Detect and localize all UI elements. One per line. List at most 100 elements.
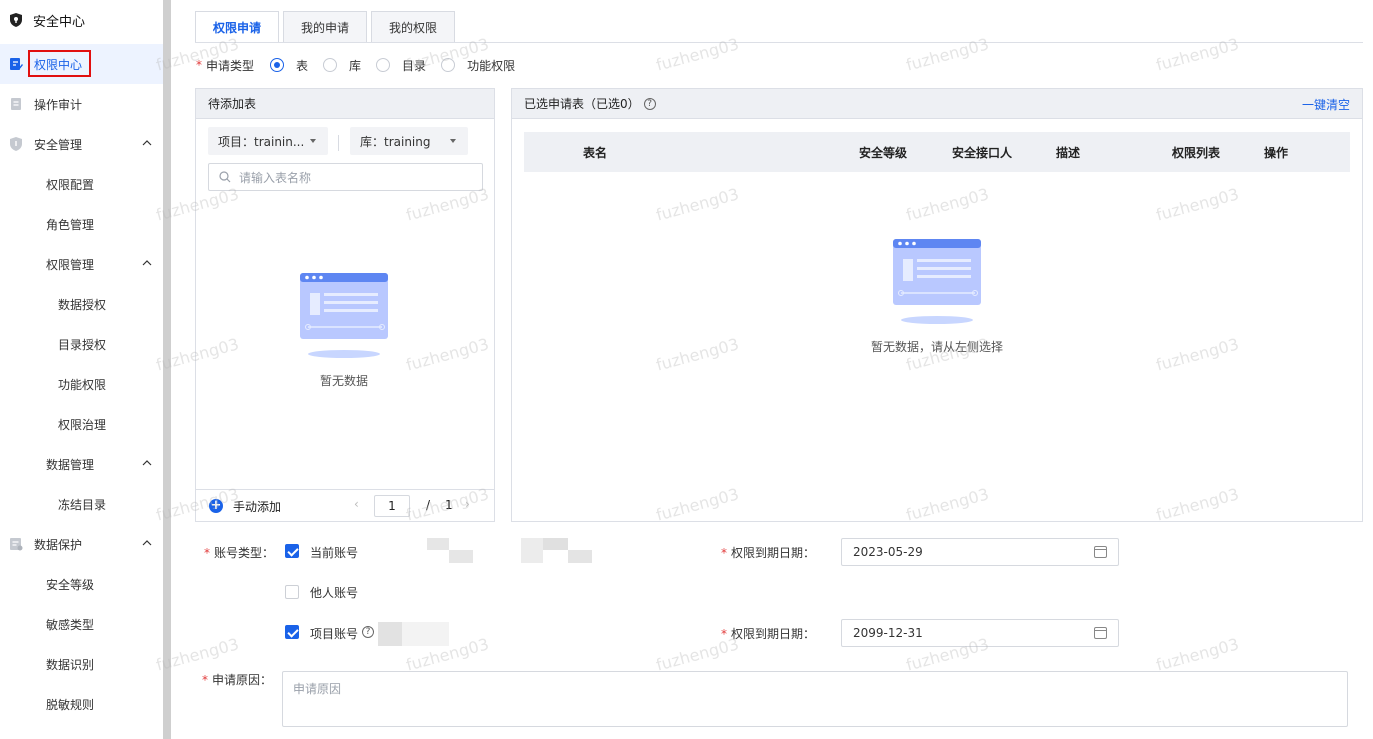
chevron-up-icon — [142, 260, 152, 266]
page-input[interactable]: 1 — [374, 495, 410, 517]
help-icon[interactable]: ? — [362, 626, 374, 638]
panel-header: 已选申请表（已选0） ? — [512, 89, 1362, 119]
required-mark: * — [196, 58, 202, 72]
expire-date-input-2[interactable]: 2099-12-31 — [841, 619, 1119, 647]
caret-down-icon — [450, 139, 456, 143]
sidebar-item-label: 权限治理 — [58, 417, 107, 432]
table-search-input[interactable]: 请输入表名称 — [208, 163, 483, 191]
sidebar-item-role-mgmt[interactable]: 角色管理 — [0, 204, 163, 244]
expire-date-label-row-1: * 权限到期日期： — [721, 544, 815, 561]
calendar-icon[interactable] — [1094, 546, 1107, 558]
other-account-label: 他人账号 — [310, 586, 359, 600]
empty-text: 暂无数据 — [319, 374, 368, 388]
help-icon[interactable]: ? — [643, 97, 656, 110]
page-separator: / — [426, 498, 431, 512]
calendar-icon[interactable] — [1094, 627, 1107, 639]
sidebar-item-permission-config[interactable]: 权限配置 — [0, 164, 163, 204]
account-type-label-row: * 账号类型： — [204, 544, 274, 561]
expire-date-input-1[interactable]: 2023-05-29 — [841, 538, 1119, 566]
radio-label-database: 库 — [349, 58, 362, 73]
sidebar-item-audit[interactable]: 操作审计 — [0, 84, 163, 124]
sidebar-item-label: 权限配置 — [46, 177, 95, 192]
chevron-up-icon — [142, 540, 152, 546]
sidebar-item-label: 角色管理 — [46, 217, 95, 232]
account-type-label: 账号类型： — [214, 546, 275, 560]
radio-function-permission[interactable] — [441, 58, 456, 72]
reason-label: 申请原因： — [212, 673, 273, 687]
sidebar-item-label: 安全等级 — [46, 577, 95, 592]
shield-icon — [10, 137, 22, 151]
sidebar-item-permission-governance[interactable]: 权限治理 — [0, 404, 163, 444]
reason-textarea[interactable]: 申请原因 — [282, 671, 1348, 727]
sidebar-item-label: 权限管理 — [46, 257, 95, 272]
apply-type-label: 申请类型 — [206, 58, 255, 73]
sidebar-item-dir-auth[interactable]: 目录授权 — [0, 324, 163, 364]
sidebar-item-frozen-dir[interactable]: 冻结目录 — [0, 484, 163, 524]
clear-all-button[interactable]: 一键清空 — [1302, 96, 1350, 113]
next-page-icon[interactable]: › — [465, 497, 470, 511]
radio-directory[interactable] — [376, 58, 391, 72]
tab-my-permissions[interactable]: 我的权限 — [371, 11, 456, 43]
sidebar-item-masking-rules[interactable]: 脱敏规则 — [0, 684, 163, 724]
sidebar-item-data-mgmt[interactable]: 数据管理 — [0, 444, 163, 484]
radio-label-table: 表 — [296, 58, 309, 73]
sidebar-item-label: 操作审计 — [34, 97, 83, 112]
project-select[interactable]: 项目：trainin... — [208, 127, 328, 155]
watermark: fuzheng03 — [1153, 634, 1241, 675]
column-header: 安全接口人 — [952, 146, 1013, 160]
required-mark: * — [204, 546, 210, 560]
add-circle-icon[interactable]: + — [209, 499, 223, 513]
column-header: 描述 — [1056, 146, 1081, 160]
tab-my-applications[interactable]: 我的申请 — [283, 11, 368, 43]
sidebar-item-label: 数据识别 — [46, 657, 95, 672]
sidebar-item-label: 脱敏规则 — [46, 697, 95, 712]
empty-state: 暂无数据 — [296, 271, 392, 389]
radio-label-directory: 目录 — [402, 58, 427, 73]
panel-footer: + 手动添加 ‹ 1 / 1 › — [196, 489, 494, 521]
sidebar-item-label: 数据管理 — [46, 457, 95, 472]
project-account-checkbox[interactable] — [285, 625, 299, 639]
radio-table[interactable] — [270, 58, 285, 72]
sidebar-item-data-auth[interactable]: 数据授权 — [0, 284, 163, 324]
data-protect-icon — [10, 538, 23, 551]
redacted-block — [568, 550, 592, 563]
sidebar-item-permission-mgmt[interactable]: 权限管理 — [0, 244, 163, 284]
panel-title: 已选申请表（已选0） — [524, 97, 640, 111]
redacted-block — [402, 622, 449, 646]
redacted-block — [378, 622, 402, 646]
radio-database[interactable] — [323, 58, 338, 72]
sidebar-item-label: 数据保护 — [34, 537, 83, 552]
sidebar-scrollbar[interactable] — [163, 0, 171, 739]
empty-state: 暂无数据，请从左侧选择 — [851, 237, 1023, 355]
database-select[interactable]: 库：training — [350, 127, 468, 155]
sidebar-item-data-protection[interactable]: 数据保护 — [0, 524, 163, 564]
tab-permission-apply[interactable]: 权限申请 — [195, 11, 280, 43]
sidebar-item-security-level[interactable]: 安全等级 — [0, 564, 163, 604]
panel-title: 待添加表 — [196, 89, 494, 119]
sidebar-item-data-recognition[interactable]: 数据识别 — [0, 644, 163, 684]
manual-add-button[interactable]: 手动添加 — [233, 498, 281, 515]
shield-lock-icon — [10, 13, 22, 27]
project-account-label: 项目账号 — [310, 627, 359, 641]
watermark: fuzheng03 — [1153, 34, 1241, 75]
redacted-block — [427, 538, 449, 550]
required-mark: * — [721, 627, 727, 641]
document-icon — [11, 98, 21, 110]
other-account-checkbox[interactable] — [285, 585, 299, 599]
watermark: fuzheng03 — [903, 34, 991, 75]
sidebar-item-security-mgmt[interactable]: 安全管理 — [0, 124, 163, 164]
expire-date-label: 权限到期日期： — [731, 627, 816, 641]
search-icon — [219, 171, 231, 183]
prev-page-icon[interactable]: ‹ — [354, 497, 359, 511]
caret-down-icon — [310, 139, 316, 143]
empty-text: 暂无数据，请从左侧选择 — [870, 340, 1003, 354]
table-header: 表名 安全等级 安全接口人 描述 权限列表 操作 — [524, 132, 1350, 172]
radio-label-function: 功能权限 — [467, 58, 516, 73]
column-header: 操作 — [1264, 146, 1289, 160]
sidebar-item-sensitive-type[interactable]: 敏感类型 — [0, 604, 163, 644]
selected-tables-panel: 已选申请表（已选0） ? 一键清空 表名 安全等级 安全接口人 描述 权限列表 … — [511, 88, 1363, 522]
current-account-checkbox[interactable] — [285, 544, 299, 558]
redacted-block — [449, 550, 473, 563]
sidebar-item-func-permission[interactable]: 功能权限 — [0, 364, 163, 404]
tab-bar: 权限申请 我的申请 我的权限 — [195, 11, 459, 43]
